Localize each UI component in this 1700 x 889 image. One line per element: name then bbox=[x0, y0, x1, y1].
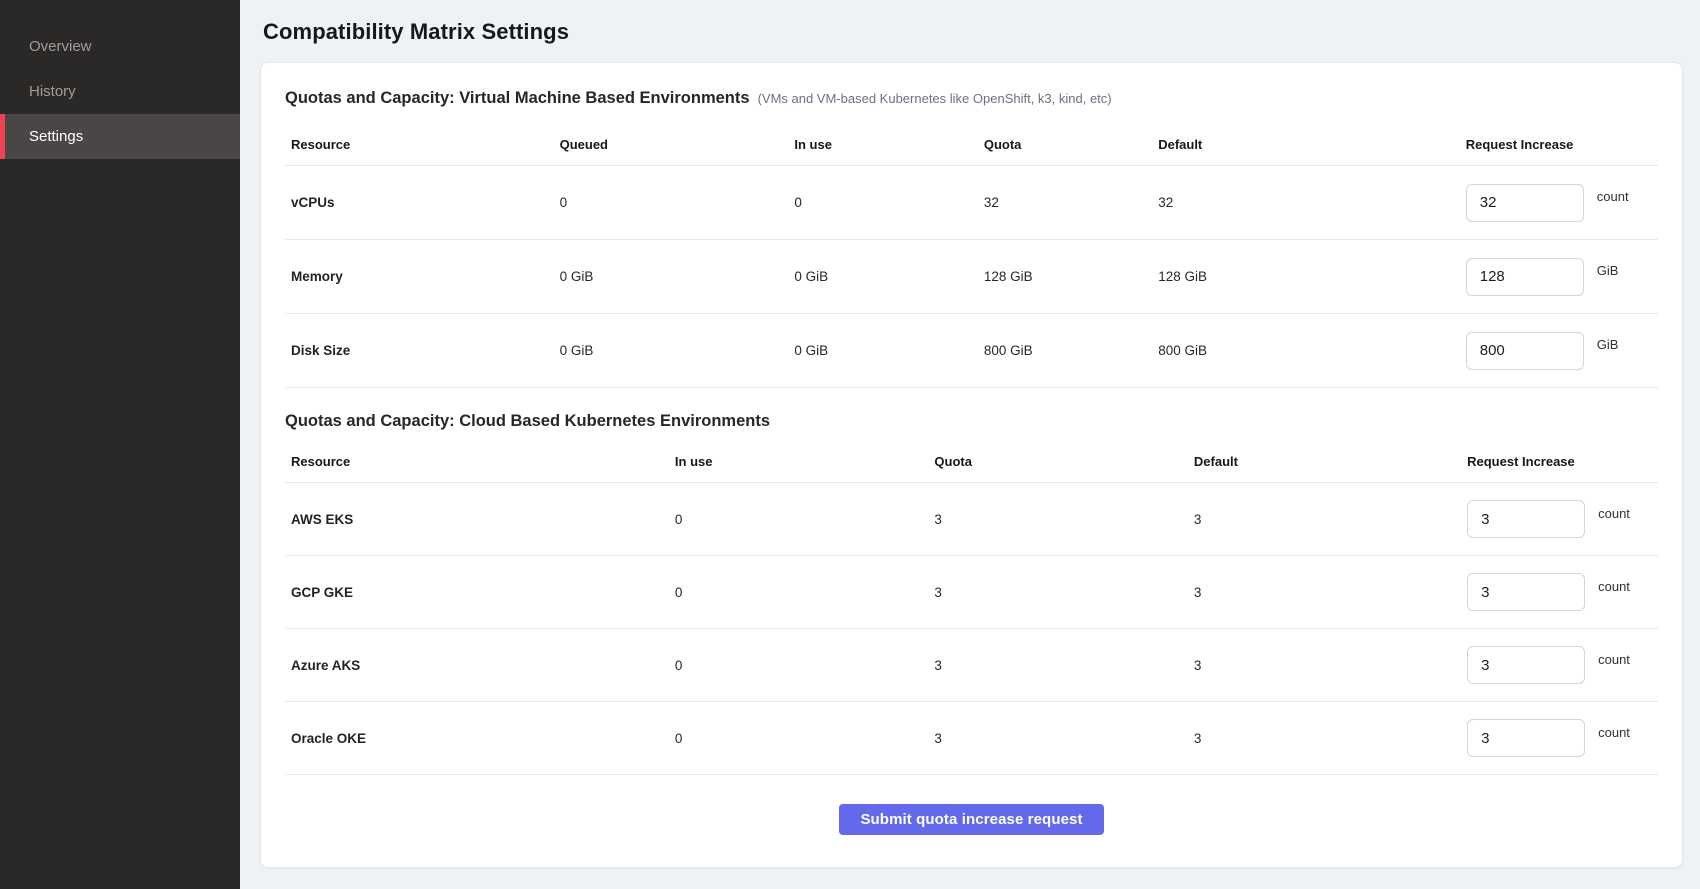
in-use-value: 0 GiB bbox=[794, 269, 983, 284]
unit-label: count bbox=[1598, 652, 1630, 667]
in-use-value: 0 bbox=[675, 512, 934, 527]
sidebar-item-history-label: History bbox=[29, 83, 76, 100]
default-value: 128 GiB bbox=[1158, 269, 1466, 284]
default-value: 32 bbox=[1158, 195, 1466, 210]
sidebar-nav: Overview History Settings bbox=[0, 24, 240, 159]
vm-table-header-row: Resource Queued In use Quota Default Req… bbox=[285, 124, 1658, 166]
column-header-quota: Quota bbox=[984, 137, 1158, 152]
cloud-table-header-row: Resource In use Quota Default Request In… bbox=[285, 441, 1658, 483]
table-row-gcp-gke: GCP GKE 0 3 3 count bbox=[285, 556, 1658, 629]
in-use-value: 0 GiB bbox=[794, 343, 983, 358]
table-row-oracle-oke: Oracle OKE 0 3 3 count bbox=[285, 702, 1658, 775]
request-increase-cell: count bbox=[1467, 573, 1658, 611]
resource-label: Azure AKS bbox=[285, 658, 675, 673]
quota-settings-card: Quotas and Capacity: Virtual Machine Bas… bbox=[260, 62, 1683, 868]
resource-label: Memory bbox=[285, 269, 560, 284]
azure-aks-request-input[interactable] bbox=[1467, 646, 1585, 684]
disk-size-request-input[interactable] bbox=[1466, 332, 1584, 370]
vm-section-subtitle: (VMs and VM-based Kubernetes like OpenSh… bbox=[758, 91, 1112, 106]
unit-label: count bbox=[1598, 579, 1630, 594]
in-use-value: 0 bbox=[794, 195, 983, 210]
unit-label: GiB bbox=[1597, 337, 1619, 352]
quota-value: 3 bbox=[934, 512, 1193, 527]
sidebar-item-history[interactable]: History bbox=[0, 69, 240, 114]
request-increase-cell: GiB bbox=[1466, 258, 1658, 296]
request-increase-cell: count bbox=[1467, 719, 1658, 757]
aws-eks-request-input[interactable] bbox=[1467, 500, 1585, 538]
table-row-azure-aks: Azure AKS 0 3 3 count bbox=[285, 629, 1658, 702]
table-row-vcpus: vCPUs 0 0 32 32 count bbox=[285, 166, 1658, 240]
sidebar-item-settings-label: Settings bbox=[29, 128, 83, 145]
gcp-gke-request-input[interactable] bbox=[1467, 573, 1585, 611]
column-header-default: Default bbox=[1158, 137, 1466, 152]
page-title: Compatibility Matrix Settings bbox=[263, 19, 1683, 45]
app-root: Overview History Settings Compatibility … bbox=[0, 0, 1700, 889]
column-header-in-use: In use bbox=[675, 454, 934, 469]
resource-label: vCPUs bbox=[285, 195, 560, 210]
cloud-section-header: Quotas and Capacity: Cloud Based Kuberne… bbox=[285, 412, 1658, 431]
sidebar-item-settings[interactable]: Settings bbox=[0, 114, 240, 159]
table-row-disk-size: Disk Size 0 GiB 0 GiB 800 GiB 800 GiB Gi… bbox=[285, 314, 1658, 388]
cloud-section-title: Quotas and Capacity: Cloud Based Kuberne… bbox=[285, 412, 770, 431]
vm-section-title: Quotas and Capacity: Virtual Machine Bas… bbox=[285, 89, 750, 108]
resource-label: Disk Size bbox=[285, 343, 560, 358]
request-increase-cell: count bbox=[1466, 184, 1658, 222]
column-header-queued: Queued bbox=[560, 137, 795, 152]
quota-value: 128 GiB bbox=[984, 269, 1158, 284]
sidebar: Overview History Settings bbox=[0, 0, 240, 889]
table-row-memory: Memory 0 GiB 0 GiB 128 GiB 128 GiB GiB bbox=[285, 240, 1658, 314]
submit-quota-increase-button[interactable]: Submit quota increase request bbox=[839, 804, 1103, 835]
table-row-aws-eks: AWS EKS 0 3 3 count bbox=[285, 483, 1658, 556]
unit-label: count bbox=[1598, 506, 1630, 521]
request-increase-cell: GiB bbox=[1466, 332, 1658, 370]
unit-label: GiB bbox=[1597, 263, 1619, 278]
quota-value: 3 bbox=[934, 731, 1193, 746]
vm-quota-table: Resource Queued In use Quota Default Req… bbox=[285, 124, 1658, 388]
cloud-quota-table: Resource In use Quota Default Request In… bbox=[285, 441, 1658, 775]
memory-request-input[interactable] bbox=[1466, 258, 1584, 296]
vm-section-header: Quotas and Capacity: Virtual Machine Bas… bbox=[285, 89, 1658, 108]
in-use-value: 0 bbox=[675, 585, 934, 600]
resource-label: AWS EKS bbox=[285, 512, 675, 527]
active-item-marker bbox=[0, 114, 5, 159]
sidebar-item-overview[interactable]: Overview bbox=[0, 24, 240, 69]
column-header-in-use: In use bbox=[794, 137, 983, 152]
default-value: 800 GiB bbox=[1158, 343, 1466, 358]
default-value: 3 bbox=[1194, 512, 1467, 527]
resource-label: Oracle OKE bbox=[285, 731, 675, 746]
in-use-value: 0 bbox=[675, 658, 934, 673]
main-content: Compatibility Matrix Settings Quotas and… bbox=[240, 0, 1700, 889]
quota-value: 3 bbox=[934, 658, 1193, 673]
unit-label: count bbox=[1597, 189, 1629, 204]
request-increase-cell: count bbox=[1467, 500, 1658, 538]
request-increase-cell: count bbox=[1467, 646, 1658, 684]
resource-label: GCP GKE bbox=[285, 585, 675, 600]
unit-label: count bbox=[1598, 725, 1630, 740]
default-value: 3 bbox=[1194, 585, 1467, 600]
column-header-request-increase: Request Increase bbox=[1466, 137, 1658, 152]
submit-button-row: Submit quota increase request bbox=[285, 804, 1658, 835]
sidebar-item-overview-label: Overview bbox=[29, 38, 92, 55]
column-header-resource: Resource bbox=[285, 137, 560, 152]
column-header-resource: Resource bbox=[285, 454, 675, 469]
quota-value: 32 bbox=[984, 195, 1158, 210]
default-value: 3 bbox=[1194, 731, 1467, 746]
column-header-request-increase: Request Increase bbox=[1467, 454, 1658, 469]
column-header-default: Default bbox=[1194, 454, 1467, 469]
queued-value: 0 bbox=[560, 195, 795, 210]
column-header-quota: Quota bbox=[934, 454, 1193, 469]
quota-value: 800 GiB bbox=[984, 343, 1158, 358]
quota-value: 3 bbox=[934, 585, 1193, 600]
queued-value: 0 GiB bbox=[560, 343, 795, 358]
queued-value: 0 GiB bbox=[560, 269, 795, 284]
oracle-oke-request-input[interactable] bbox=[1467, 719, 1585, 757]
default-value: 3 bbox=[1194, 658, 1467, 673]
in-use-value: 0 bbox=[675, 731, 934, 746]
vcpus-request-input[interactable] bbox=[1466, 184, 1584, 222]
